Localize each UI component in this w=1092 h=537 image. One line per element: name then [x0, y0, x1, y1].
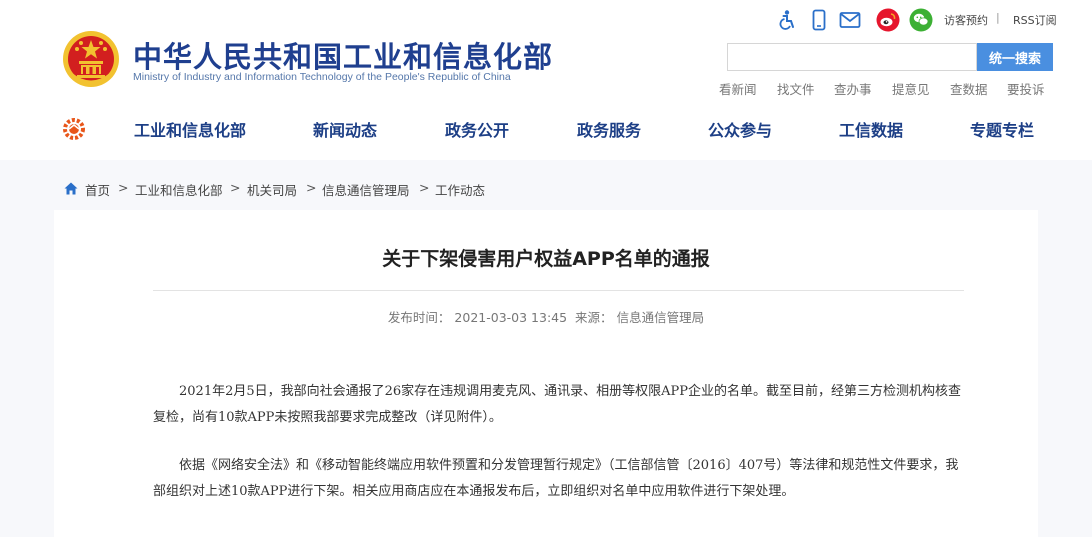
breadcrumb-home[interactable]: 首页: [85, 180, 110, 199]
nav-item-gov-info[interactable]: 政务公开: [445, 117, 509, 141]
breadcrumb-separator: >: [118, 180, 129, 195]
site-header: 中华人民共和国工业和信息化部 Ministry of Industry and …: [0, 0, 1092, 160]
breadcrumb-separator: >: [306, 180, 317, 195]
quick-link-services[interactable]: 查办事: [834, 79, 872, 98]
mobile-icon[interactable]: [808, 9, 830, 31]
nav-item-ministry[interactable]: 工业和信息化部: [134, 117, 246, 141]
breadcrumb-departments[interactable]: 机关司局: [247, 180, 297, 199]
rss-link[interactable]: RSS订阅: [1013, 12, 1057, 28]
breadcrumb-separator: >: [419, 180, 430, 195]
accessibility-icon[interactable]: [776, 9, 798, 31]
breadcrumb-ministry[interactable]: 工业和信息化部: [135, 180, 223, 199]
wechat-icon[interactable]: [909, 8, 933, 32]
quick-link-complaint[interactable]: 要投诉: [1007, 79, 1045, 98]
quick-link-files[interactable]: 找文件: [777, 79, 815, 98]
nav-item-data[interactable]: 工信数据: [839, 117, 903, 141]
quick-link-news[interactable]: 看新闻: [719, 79, 757, 98]
quick-link-feedback[interactable]: 提意见: [892, 79, 930, 98]
breadcrumb-separator: >: [230, 180, 241, 195]
source-value: 信息通信管理局: [616, 310, 705, 325]
publish-time: 2021-03-03 13:45: [454, 310, 568, 325]
top-separator: |: [996, 11, 1000, 24]
article-title: 关于下架侵害用户权益APP名单的通报: [382, 248, 710, 270]
quick-link-data[interactable]: 查数据: [950, 79, 988, 98]
nav-item-topics[interactable]: 专题专栏: [970, 117, 1034, 141]
weibo-icon[interactable]: [876, 8, 900, 32]
mail-icon[interactable]: [839, 9, 861, 31]
quick-links: 看新闻 找文件 查办事 提意见 查数据 要投诉: [718, 79, 1058, 98]
nav-item-gov-services[interactable]: 政务服务: [577, 117, 641, 141]
visitor-appointment-link[interactable]: 访客预约: [944, 12, 988, 28]
title-divider: [153, 290, 964, 291]
source-label: 来源：: [575, 310, 613, 325]
site-title-cn[interactable]: 中华人民共和国工业和信息化部: [133, 34, 553, 76]
article-meta: 发布时间： 2021-03-03 13:45 来源： 信息通信管理局: [0, 307, 1092, 326]
article-paragraph: 2021年2月5日，我部向社会通报了26家存在违规调用麦克风、通讯录、相册等权限…: [153, 384, 962, 425]
home-gear-icon[interactable]: [62, 117, 86, 141]
nav-item-news[interactable]: 新闻动态: [313, 117, 377, 141]
article-paragraph: 依据《网络安全法》和《移动智能终端应用软件预置和分发管理暂行规定》（工信部信管〔…: [153, 458, 959, 499]
nav-item-participation[interactable]: 公众参与: [708, 117, 772, 141]
breadcrumb-bureau[interactable]: 信息通信管理局: [322, 180, 410, 199]
breadcrumb-work-news[interactable]: 工作动态: [435, 180, 485, 199]
national-emblem-icon: [63, 31, 119, 87]
search-button[interactable]: 统一搜索: [977, 43, 1053, 71]
home-icon[interactable]: [64, 182, 78, 195]
publish-time-label: 发布时间：: [387, 310, 451, 325]
search-input[interactable]: [727, 43, 977, 71]
site-title-en[interactable]: Ministry of Industry and Information Tec…: [133, 71, 511, 83]
